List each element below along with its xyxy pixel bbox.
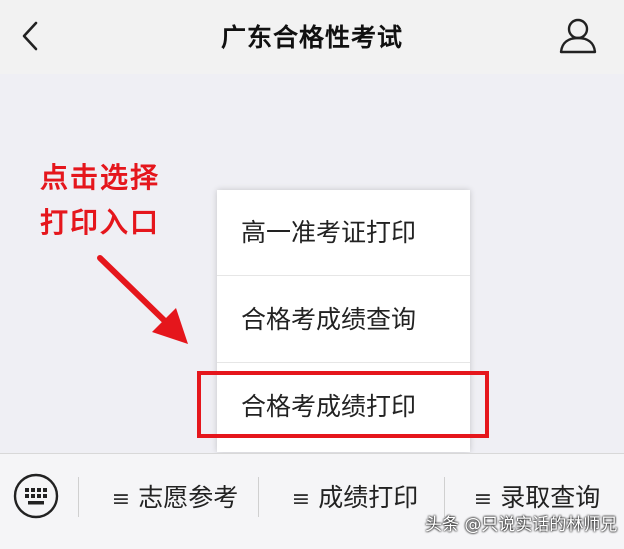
menu-icon: ≡ (291, 487, 311, 512)
red-arrow-icon (97, 255, 188, 344)
menu-item-admission-ticket-print[interactable]: 高一准考证打印 (217, 190, 470, 276)
profile-button[interactable] (556, 16, 600, 56)
annotation-text: 点击选择 打印入口 (40, 155, 160, 245)
divider (258, 477, 259, 517)
tab-label: 成绩打印 (318, 483, 419, 512)
annotation-line-1: 点击选择 (40, 161, 161, 194)
keyboard-icon (13, 473, 59, 519)
back-button[interactable] (14, 18, 50, 54)
popup-menu: 高一准考证打印 合格考成绩查询 合格考成绩打印 (217, 190, 470, 452)
tab-score-print[interactable]: ≡ 成绩打印 (280, 476, 430, 520)
keyboard-toggle-button[interactable] (12, 472, 60, 520)
page-title: 广东合格性考试 (220, 23, 403, 52)
nav-header: 广东合格性考试 (0, 0, 624, 74)
divider (78, 477, 79, 517)
watermark: 头条 @只说实话的林师兄 (425, 515, 618, 535)
chevron-left-icon (22, 21, 38, 51)
menu-icon: ≡ (473, 487, 493, 512)
user-icon (559, 18, 597, 54)
annotation-line-2: 打印入口 (40, 206, 161, 239)
menu-icon: ≡ (111, 487, 131, 512)
tab-volunteer-reference[interactable]: ≡ 志愿参考 (100, 476, 250, 520)
menu-item-score-query[interactable]: 合格考成绩查询 (217, 277, 470, 363)
tab-label: 录取查询 (500, 483, 601, 512)
tab-label: 志愿参考 (138, 483, 239, 512)
menu-item-score-print[interactable]: 合格考成绩打印 (217, 364, 470, 450)
